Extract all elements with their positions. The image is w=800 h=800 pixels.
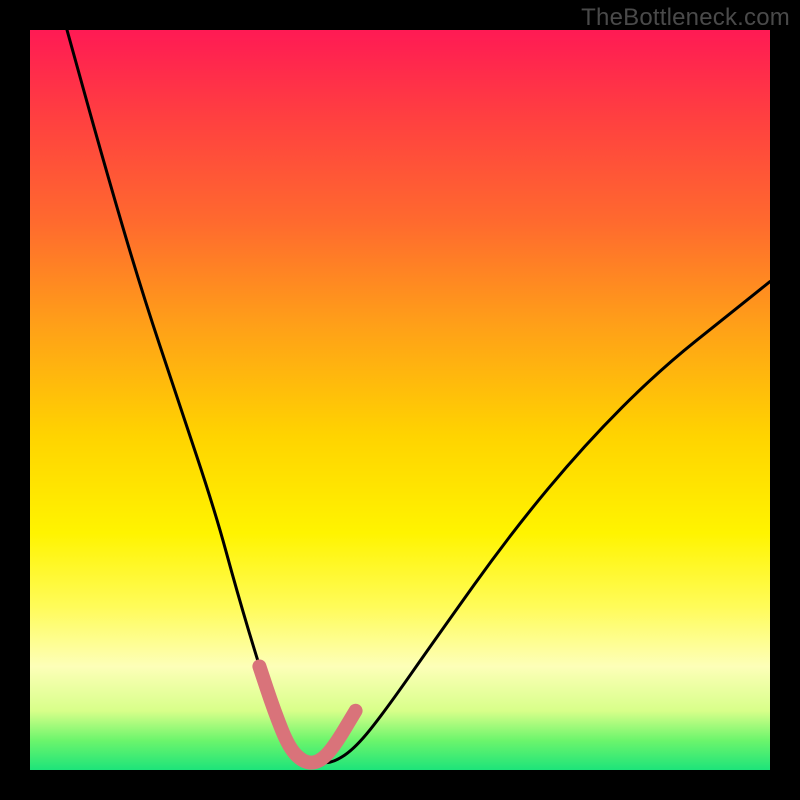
- outer-frame: TheBottleneck.com: [0, 0, 800, 800]
- plot-area: [30, 30, 770, 770]
- valley-highlight-path: [259, 666, 355, 762]
- watermark-text: TheBottleneck.com: [581, 4, 790, 32]
- curve-svg: [30, 30, 770, 770]
- bottleneck-curve-path: [67, 30, 770, 763]
